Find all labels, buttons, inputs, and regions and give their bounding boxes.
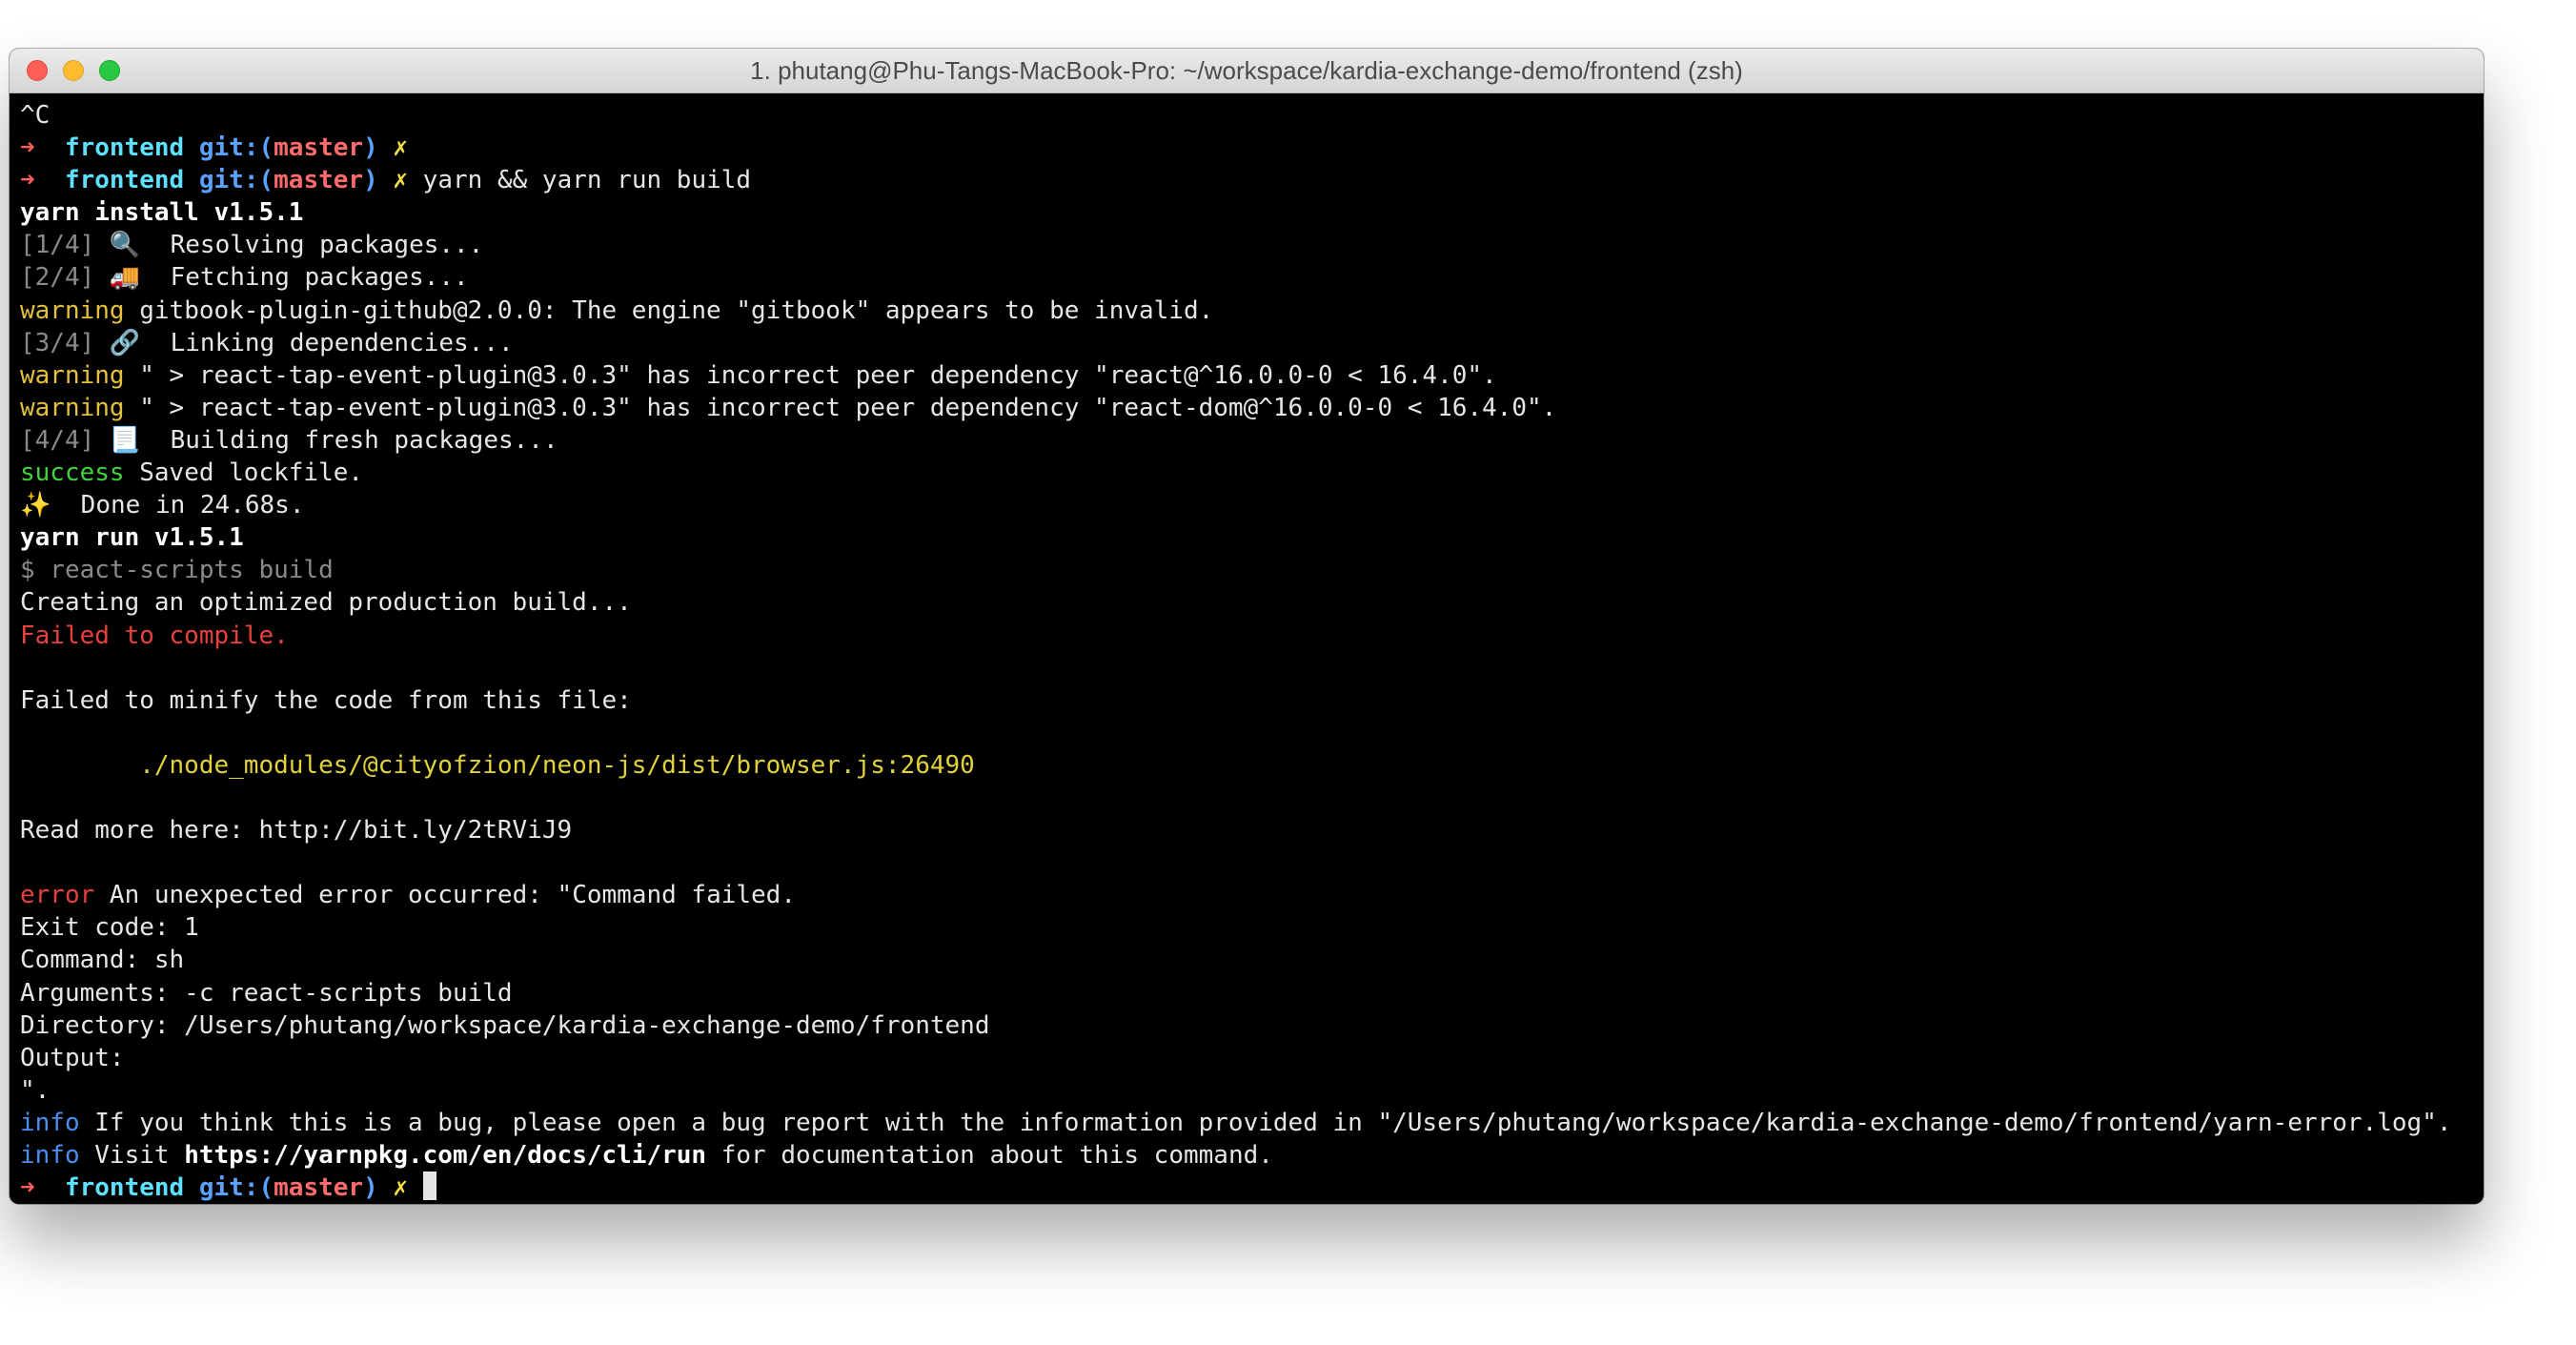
- terminal-line: $ react-scripts build: [20, 554, 2484, 586]
- terminal-text-default: for documentation about this command.: [706, 1141, 1273, 1170]
- terminal-text-default: 🔍 Resolving packages...: [94, 231, 484, 260]
- terminal-text-default: yarn && yarn run build: [408, 166, 752, 195]
- terminal-output[interactable]: ^C ➜ frontend git:(master) ✗ ➜ frontend gi…: [10, 93, 2484, 1204]
- terminal-line: warning " > react-tap-event-plugin@3.0.3…: [20, 392, 2484, 424]
- terminal-line: ".: [20, 1074, 2484, 1107]
- terminal-text-default: Failed to minify the code from this file…: [20, 685, 632, 715]
- terminal-text-dirty: ✗: [377, 1173, 409, 1203]
- terminal-text-git: git:(: [198, 133, 274, 163]
- terminal-text-dim: [4/4]: [20, 425, 95, 455]
- terminal-text-default: Command: sh: [20, 946, 185, 975]
- terminal-text-default: gitbook-plugin-github@2.0.0: The engine …: [124, 295, 1214, 325]
- window-title: 1. phutang@Phu-Tangs-MacBook-Pro: ~/work…: [750, 56, 1743, 85]
- terminal-text-git: ): [363, 1173, 378, 1203]
- terminal-text-dim: $ react-scripts build: [20, 556, 334, 585]
- terminal-text-bold: yarn install v1.5.1: [20, 198, 304, 228]
- terminal-text-default: 🚚 Fetching packages...: [94, 263, 469, 293]
- terminal-text-default: ".: [20, 1075, 51, 1105]
- terminal-text-default: ^C: [20, 101, 51, 130]
- terminal-text-git: git:(: [198, 1173, 274, 1203]
- terminal-text-branch: master: [274, 166, 364, 195]
- terminal-text-dir: frontend: [50, 1173, 199, 1203]
- terminal-text-git: git:(: [198, 166, 274, 195]
- terminal-text-dir: frontend: [50, 133, 199, 163]
- terminal-line: [2/4] 🚚 Fetching packages...: [20, 261, 2484, 294]
- terminal-line: Creating an optimized production build..…: [20, 586, 2484, 619]
- terminal-line: Failed to compile.: [20, 620, 2484, 652]
- terminal-text-default: Visit: [79, 1141, 185, 1170]
- terminal-text-default: " > react-tap-event-plugin@3.0.3" has in…: [124, 360, 1497, 390]
- terminal-text-dir: frontend: [50, 166, 199, 195]
- terminal-text-arrow: ➜: [20, 166, 51, 195]
- terminal-text-dim: [2/4]: [20, 263, 95, 293]
- terminal-text-path: ./node_modules/@cityofzion/neon-js/dist/…: [20, 750, 975, 780]
- terminal-line: success Saved lockfile.: [20, 457, 2484, 489]
- terminal-text-success: success: [20, 459, 125, 488]
- terminal-text-default: 🔗 Linking dependencies...: [94, 328, 514, 357]
- terminal-text-error: Failed to compile.: [20, 621, 289, 650]
- terminal-text-url: https://yarnpkg.com/en/docs/cli/run: [184, 1141, 707, 1170]
- terminal-text-default: ✨ Done in 24.68s.: [20, 491, 305, 520]
- terminal-line: ./node_modules/@cityofzion/neon-js/dist/…: [20, 749, 2484, 782]
- terminal-text-bold: yarn run v1.5.1: [20, 523, 244, 553]
- terminal-line: Arguments: -c react-scripts build: [20, 977, 2484, 1009]
- terminal-line: warning " > react-tap-event-plugin@3.0.3…: [20, 359, 2484, 392]
- terminal-line: warning gitbook-plugin-github@2.0.0: The…: [20, 295, 2484, 327]
- terminal-text-default: [408, 1173, 423, 1202]
- terminal-text-git: ): [363, 166, 378, 195]
- terminal-text-branch: master: [274, 1173, 364, 1203]
- terminal-text-default: 📃 Building fresh packages...: [94, 425, 558, 455]
- terminal-line: Command: sh: [20, 944, 2484, 976]
- terminal-text-info: info: [20, 1141, 80, 1170]
- terminal-line: ➜ frontend git:(master) ✗: [20, 132, 2484, 164]
- terminal-cursor: [422, 1172, 436, 1201]
- terminal-text-dirty: ✗: [377, 166, 409, 195]
- terminal-text-info: info: [20, 1108, 80, 1137]
- terminal-text-default: Exit code: 1: [20, 913, 199, 943]
- terminal-text-warn: warning: [20, 360, 125, 390]
- terminal-text-dim: [1/4]: [20, 231, 95, 260]
- terminal-text-warn: warning: [20, 393, 125, 422]
- terminal-line: Read more here: http://bit.ly/2tRViJ9: [20, 814, 2484, 846]
- terminal-text-dirty: ✗: [377, 133, 409, 163]
- terminal-line: ➜ frontend git:(master) ✗: [20, 1172, 2484, 1204]
- terminal-text-default: Read more here: http://bit.ly/2tRViJ9: [20, 816, 573, 846]
- terminal-text-git: ): [363, 133, 378, 163]
- terminal-line: info If you think this is a bug, please …: [20, 1107, 2484, 1139]
- terminal-line: error An unexpected error occurred: "Com…: [20, 879, 2484, 911]
- terminal-line: Directory: /Users/phutang/workspace/kard…: [20, 1009, 2484, 1042]
- terminal-line: ➜ frontend git:(master) ✗ yarn && yarn r…: [20, 164, 2484, 196]
- terminal-line: yarn run v1.5.1: [20, 521, 2484, 554]
- terminal-text-warn: warning: [20, 295, 125, 325]
- terminal-text-default: An unexpected error occurred: "Command f…: [94, 881, 796, 910]
- terminal-window: 1. phutang@Phu-Tangs-MacBook-Pro: ~/work…: [10, 49, 2484, 1204]
- terminal-line: ^C: [20, 99, 2484, 132]
- terminal-text-branch: master: [274, 133, 364, 163]
- title-bar[interactable]: 1. phutang@Phu-Tangs-MacBook-Pro: ~/work…: [10, 49, 2484, 93]
- terminal-text-arrow: ➜: [20, 133, 51, 163]
- terminal-text-error: error: [20, 881, 95, 910]
- terminal-text-default: Directory: /Users/phutang/workspace/kard…: [20, 1010, 990, 1040]
- terminal-line: Output:: [20, 1042, 2484, 1074]
- terminal-line: ✨ Done in 24.68s.: [20, 489, 2484, 521]
- terminal-line: [3/4] 🔗 Linking dependencies...: [20, 327, 2484, 359]
- terminal-line: yarn install v1.5.1: [20, 196, 2484, 229]
- terminal-line: Failed to minify the code from this file…: [20, 684, 2484, 717]
- terminal-text-arrow: ➜: [20, 1173, 51, 1203]
- terminal-text-default: If you think this is a bug, please open …: [79, 1108, 2452, 1137]
- terminal-text-default: Saved lockfile.: [124, 459, 364, 488]
- terminal-line: [1/4] 🔍 Resolving packages...: [20, 229, 2484, 261]
- terminal-line: Exit code: 1: [20, 911, 2484, 944]
- terminal-text-default: " > react-tap-event-plugin@3.0.3" has in…: [124, 393, 1557, 422]
- terminal-line: info Visit https://yarnpkg.com/en/docs/c…: [20, 1139, 2484, 1172]
- terminal-text-default: Creating an optimized production build..…: [20, 588, 632, 618]
- terminal-text-dim: [3/4]: [20, 328, 95, 357]
- terminal-text-default: Output:: [20, 1043, 125, 1072]
- terminal-line: [4/4] 📃 Building fresh packages...: [20, 424, 2484, 457]
- terminal-text-default: Arguments: -c react-scripts build: [20, 978, 513, 1008]
